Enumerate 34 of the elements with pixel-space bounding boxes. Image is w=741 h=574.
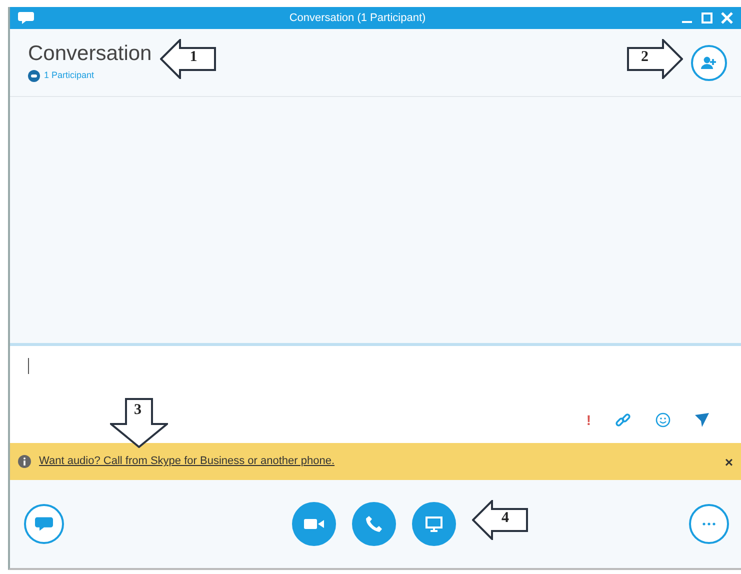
- call-link[interactable]: Want audio? Call from Skype for Business or another phone.: [39, 453, 335, 470]
- add-people-button[interactable]: [691, 44, 727, 80]
- callout-number: 1: [190, 48, 198, 66]
- callout-arrow: [110, 398, 168, 448]
- close-button[interactable]: ×: [724, 454, 733, 468]
- video-camera-icon: [304, 518, 324, 530]
- send-icon[interactable]: [695, 413, 709, 427]
- monitor-icon: [424, 516, 442, 532]
- callout-arrow: [627, 38, 683, 78]
- callout-number: 2: [641, 48, 648, 66]
- share-screen-button[interactable]: [412, 502, 456, 546]
- importance-button[interactable]: !: [586, 413, 591, 427]
- participant-icon: [28, 70, 40, 82]
- maximize-icon[interactable]: [701, 12, 713, 24]
- add-person-icon: [700, 56, 718, 70]
- text-cursor: [28, 358, 29, 374]
- chat-button[interactable]: [24, 504, 64, 544]
- chat-icon: [35, 516, 53, 532]
- callout-arrow: [160, 38, 216, 78]
- phone-icon: [364, 515, 382, 533]
- info-icon: [18, 455, 31, 468]
- close-icon[interactable]: [721, 12, 733, 24]
- more-icon: [701, 522, 717, 526]
- emoji-icon[interactable]: [655, 412, 671, 428]
- conversation-title: Conversation: [28, 42, 152, 66]
- call-button[interactable]: [352, 502, 396, 546]
- window-title: Conversation (1 Participant): [288, 10, 427, 26]
- link-icon[interactable]: [615, 412, 631, 428]
- callout-number: 3: [134, 402, 142, 419]
- video-button[interactable]: [292, 502, 336, 546]
- callout-number: 4: [502, 510, 509, 527]
- chat-icon: [18, 11, 34, 25]
- callout-arrow: [472, 500, 528, 540]
- more-button[interactable]: [689, 504, 729, 544]
